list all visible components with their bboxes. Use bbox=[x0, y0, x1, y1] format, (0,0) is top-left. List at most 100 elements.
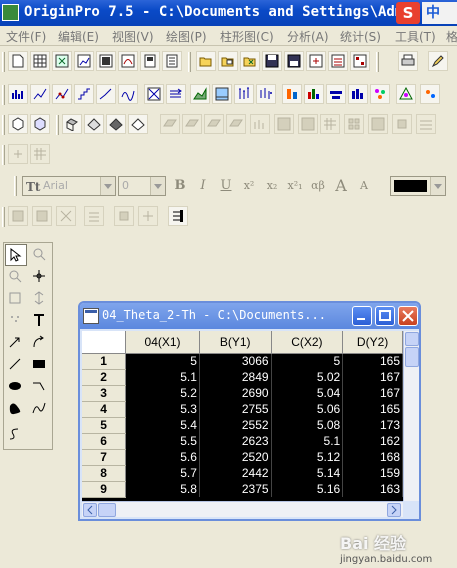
new-layout-button[interactable] bbox=[140, 51, 160, 71]
column-header[interactable]: D(Y2) bbox=[342, 331, 403, 354]
text-tool[interactable] bbox=[29, 310, 51, 332]
group-button[interactable] bbox=[8, 206, 28, 226]
draw-data-tool[interactable] bbox=[5, 310, 27, 332]
line-tool[interactable] bbox=[5, 354, 27, 376]
increase-font-button[interactable]: A bbox=[331, 175, 351, 197]
plot-3d-waterfall-button[interactable] bbox=[128, 114, 148, 134]
curved-arrow-tool[interactable] bbox=[29, 332, 51, 354]
toolbar-grip[interactable] bbox=[2, 52, 5, 72]
table-cell[interactable]: 5.14 bbox=[271, 465, 344, 481]
table-cell[interactable]: 5 bbox=[125, 353, 200, 369]
menu-tools[interactable]: 工具(T) bbox=[395, 28, 436, 45]
table-cell[interactable]: 3066 bbox=[199, 353, 272, 369]
table-cell[interactable]: 5.04 bbox=[271, 385, 344, 401]
polygon-region-tool[interactable] bbox=[5, 424, 27, 446]
new-notes-button[interactable] bbox=[162, 51, 182, 71]
font-color-select[interactable] bbox=[390, 176, 446, 196]
table-cell[interactable]: 5.12 bbox=[271, 449, 344, 465]
table-cell[interactable]: 159 bbox=[342, 465, 403, 481]
table-cell[interactable]: 5.1 bbox=[125, 369, 200, 385]
menu-file[interactable]: 文件(F) bbox=[6, 28, 46, 45]
import-wizard-button[interactable] bbox=[350, 51, 370, 71]
ungroup-button[interactable] bbox=[32, 206, 52, 226]
table-cell[interactable]: 5.8 bbox=[125, 481, 200, 497]
freehand-tool[interactable] bbox=[29, 398, 51, 420]
vertical-scrollbar[interactable] bbox=[403, 331, 419, 501]
plot-stack-button[interactable] bbox=[282, 84, 302, 104]
plot-profile-button[interactable] bbox=[392, 114, 412, 134]
menu-analysis[interactable]: 分析(A) bbox=[287, 28, 329, 45]
rectangle-tool[interactable] bbox=[29, 354, 51, 376]
vertical-scroll-thumb[interactable] bbox=[405, 347, 419, 367]
close-button[interactable] bbox=[398, 306, 418, 326]
worksheet-title-bar[interactable]: 04_Theta_2-Th - C:\Documents... bbox=[80, 303, 419, 329]
add-grid-button[interactable] bbox=[30, 144, 50, 164]
pointer-tool[interactable] bbox=[5, 244, 27, 266]
chevron-down-icon[interactable] bbox=[430, 177, 445, 195]
plot-3d-bar-button[interactable] bbox=[62, 114, 82, 134]
toolbar-grip[interactable] bbox=[2, 145, 5, 165]
worksheet-window[interactable]: 04_Theta_2-Th - C:\Documents... 04(X1) B… bbox=[78, 301, 421, 521]
bold-button[interactable]: B bbox=[170, 175, 190, 197]
sogou-ime-icon[interactable]: S bbox=[396, 2, 420, 24]
column-header[interactable]: B(Y1) bbox=[199, 331, 272, 354]
corner-cell[interactable] bbox=[82, 331, 127, 354]
plot-contour-button[interactable] bbox=[274, 114, 294, 134]
table-cell[interactable]: 2442 bbox=[199, 465, 272, 481]
decrease-font-button[interactable]: A bbox=[354, 175, 374, 197]
toolbar-grip[interactable] bbox=[2, 115, 5, 135]
new-project-button[interactable] bbox=[8, 51, 28, 71]
underline-button[interactable]: U bbox=[216, 175, 236, 197]
table-cell[interactable]: 5.1 bbox=[271, 433, 344, 449]
scroll-left-arrow[interactable] bbox=[83, 503, 97, 517]
data-reader-tool[interactable] bbox=[5, 288, 27, 310]
toolbar-grip[interactable] bbox=[2, 207, 5, 227]
table-cell[interactable]: 167 bbox=[342, 385, 403, 401]
table-cell[interactable]: 2690 bbox=[199, 385, 272, 401]
table-cell[interactable]: 165 bbox=[342, 401, 403, 417]
plot-3d-colormap-button[interactable] bbox=[182, 114, 202, 134]
toolbar-grip[interactable] bbox=[2, 85, 5, 105]
table-cell[interactable]: 2375 bbox=[199, 481, 272, 497]
plot-3d-trajectory-button[interactable] bbox=[30, 114, 50, 134]
row-header[interactable]: 8 bbox=[82, 465, 127, 482]
table-cell[interactable]: 2552 bbox=[199, 417, 272, 433]
save-button[interactable] bbox=[262, 51, 282, 71]
table-cell[interactable]: 5.7 bbox=[125, 465, 200, 481]
print-button[interactable] bbox=[398, 51, 418, 71]
plot-line-symbol-button[interactable] bbox=[52, 84, 72, 104]
add-column-button[interactable] bbox=[8, 144, 28, 164]
delete-object-button[interactable] bbox=[56, 206, 76, 226]
font-size-select[interactable]: 0 bbox=[118, 176, 166, 196]
menu-plot[interactable]: 绘图(P) bbox=[166, 28, 207, 45]
row-header[interactable]: 6 bbox=[82, 433, 127, 450]
worksheet-grid[interactable]: 04(X1) B(Y1) C(X2) D(Y2) 1 5 3066 5 165 … bbox=[82, 331, 403, 501]
table-cell[interactable]: 5.02 bbox=[271, 369, 344, 385]
new-worksheet-button[interactable] bbox=[30, 51, 50, 71]
plot-3d-mesh-button[interactable] bbox=[204, 114, 224, 134]
back-button[interactable] bbox=[138, 206, 158, 226]
plot-spline-button[interactable] bbox=[118, 84, 138, 104]
import-ascii-button[interactable] bbox=[306, 51, 326, 71]
table-cell[interactable]: 5.6 bbox=[125, 449, 200, 465]
toolbar-grip[interactable] bbox=[188, 52, 191, 72]
supersub-button[interactable]: x²₁ bbox=[285, 175, 305, 197]
scroll-right-arrow[interactable] bbox=[387, 503, 401, 517]
new-function-button[interactable] bbox=[118, 51, 138, 71]
plot-pie-button[interactable] bbox=[348, 84, 368, 104]
plot-error-button[interactable] bbox=[234, 84, 254, 104]
plot-area-button[interactable] bbox=[190, 84, 210, 104]
open-button[interactable] bbox=[196, 51, 216, 71]
table-cell[interactable]: 5.06 bbox=[271, 401, 344, 417]
arrange-button[interactable] bbox=[168, 206, 188, 226]
plot-3d-surface-button[interactable] bbox=[160, 114, 180, 134]
row-header[interactable]: 5 bbox=[82, 417, 127, 434]
table-cell[interactable]: 163 bbox=[342, 481, 403, 497]
column-header[interactable]: 04(X1) bbox=[125, 331, 200, 354]
plot-column-button[interactable] bbox=[8, 84, 28, 104]
plot-line-button[interactable] bbox=[30, 84, 50, 104]
plot-vector-button[interactable] bbox=[166, 84, 186, 104]
horizontal-scrollbar[interactable] bbox=[82, 501, 403, 517]
zoom-out-tool[interactable] bbox=[5, 266, 27, 288]
subscript-button[interactable]: x₂ bbox=[262, 175, 282, 197]
